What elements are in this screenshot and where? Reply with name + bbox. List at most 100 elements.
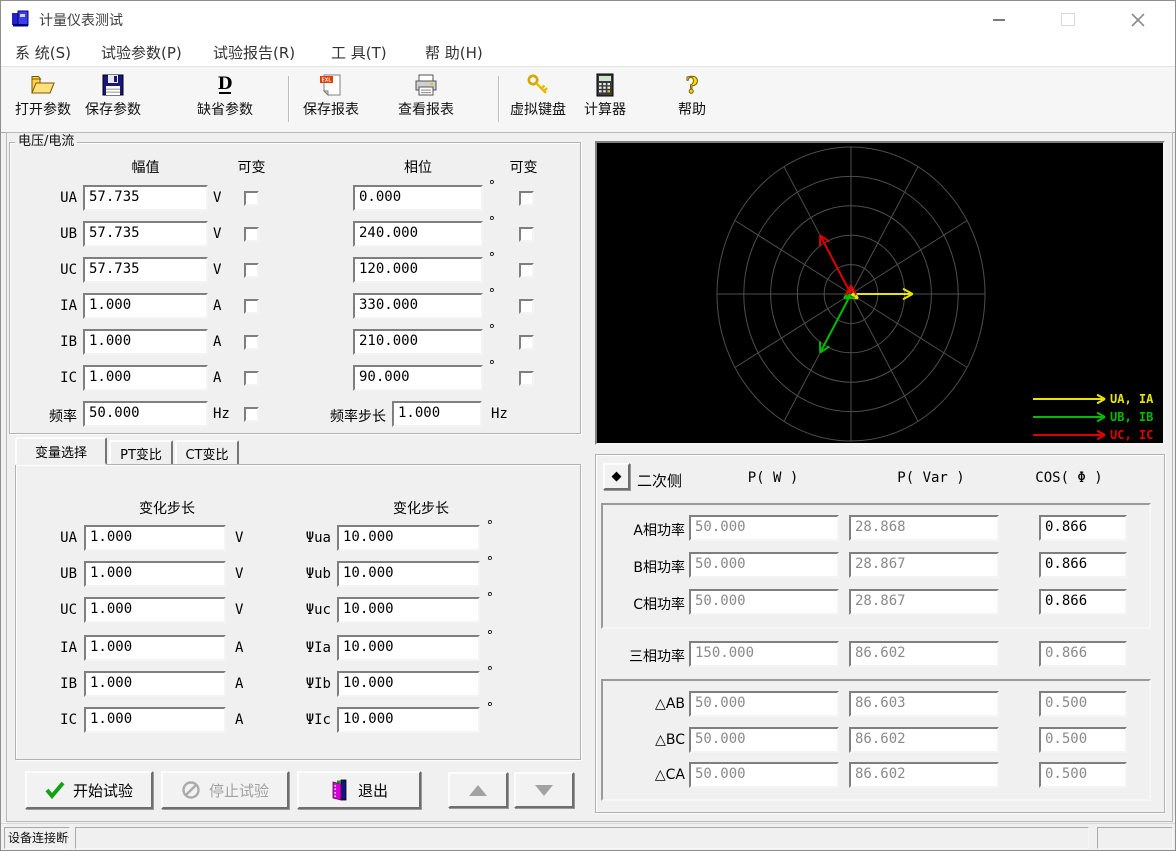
frequency-unit: Hz (213, 406, 230, 422)
scroll-down-button[interactable] (514, 772, 574, 808)
frequency-input[interactable]: 50.000 (83, 401, 208, 427)
ic-label: IC (41, 370, 77, 386)
ua-label: UA (41, 190, 77, 206)
save-floppy-icon (100, 72, 126, 98)
ib-phase-variable-checkbox[interactable] (519, 335, 534, 350)
psi-uc-step-input[interactable]: 10.000 (337, 597, 480, 623)
ib-phase-deg: ° (488, 323, 496, 338)
psi-ic-step-input[interactable]: 10.000 (337, 707, 480, 733)
close-button[interactable] (1115, 1, 1161, 38)
uc-phase-input[interactable]: 120.000 (353, 257, 483, 283)
ub-phase-variable-checkbox[interactable] (519, 227, 534, 242)
ub-label: UB (41, 226, 77, 242)
ia-step-input[interactable]: 1.000 (84, 635, 226, 661)
stop-test-button[interactable]: 停止试验 (161, 771, 289, 809)
ib-amp-variable-checkbox[interactable] (244, 335, 259, 350)
ua-phase-variable-checkbox[interactable] (519, 191, 534, 206)
ub-phase-input[interactable]: 240.000 (353, 221, 483, 247)
step-ib-label: IB (45, 676, 77, 692)
menu-tools[interactable]: 工 具(T) (331, 42, 387, 63)
ic-amp-variable-checkbox[interactable] (244, 371, 259, 386)
exit-door-icon (330, 779, 350, 801)
uc-amplitude-input[interactable]: 57.735 (83, 257, 208, 283)
default-params-button[interactable]: D 缺省参数 (193, 72, 257, 128)
frequency-variable-checkbox[interactable] (244, 407, 259, 422)
psi-ib-label: ΨIb (281, 676, 331, 692)
uc-phase-variable-checkbox[interactable] (519, 263, 534, 278)
window-title: 计量仪表测试 (39, 10, 123, 30)
key-icon (525, 72, 551, 98)
ua-amp-variable-checkbox[interactable] (244, 191, 259, 206)
uc-label: UC (41, 262, 77, 278)
tab-ct-ratio[interactable]: CT变比 (175, 440, 239, 465)
ic-phase-input[interactable]: 90.000 (353, 365, 483, 391)
diamond-icon: ◆ (612, 469, 622, 484)
ib-step-input[interactable]: 1.000 (84, 671, 226, 697)
cos-phi-header: COS( Φ ) (1019, 470, 1119, 486)
ua-amplitude-input[interactable]: 57.735 (83, 185, 208, 211)
secondary-side-button[interactable]: ◆ (603, 463, 630, 490)
toolbar-label: 保存参数 (85, 99, 141, 119)
maximize-button[interactable] (1045, 1, 1091, 38)
ib-label: IB (41, 334, 77, 350)
ua-unit: V (213, 190, 221, 206)
ua-phase-deg: ° (488, 179, 496, 194)
ic-amplitude-input[interactable]: 1.000 (83, 365, 208, 391)
ua-step-input[interactable]: 1.000 (84, 525, 226, 551)
psi-ua-step-input[interactable]: 10.000 (337, 525, 480, 551)
ic-step-input[interactable]: 1.000 (84, 707, 226, 733)
psi-ib-step-input[interactable]: 10.000 (337, 671, 480, 697)
uc-amp-variable-checkbox[interactable] (244, 263, 259, 278)
phase-c-p-field: 50.000 (689, 589, 839, 615)
virtual-keyboard-button[interactable]: 虚拟键盘 (506, 72, 570, 128)
ia-phase-input[interactable]: 330.000 (353, 293, 483, 319)
calculator-button[interactable]: 计算器 (577, 72, 633, 128)
stop-icon (181, 780, 201, 800)
ic-phase-variable-checkbox[interactable] (519, 371, 534, 386)
menu-test-params[interactable]: 试验参数(P) (101, 42, 182, 63)
ua-phase-input[interactable]: 0.000 (353, 185, 483, 211)
ub-step-input[interactable]: 1.000 (84, 561, 226, 587)
start-test-button[interactable]: 开始试验 (25, 771, 153, 809)
psi-ub-label: Ψub (281, 566, 331, 582)
minimize-button[interactable] (976, 1, 1022, 38)
menu-help[interactable]: 帮 助(H) (425, 42, 483, 63)
phase-c-q-field: 28.867 (849, 589, 999, 615)
menu-system[interactable]: 系 统(S) (15, 42, 71, 63)
phase-c-cos-field: 0.866 (1039, 589, 1127, 615)
phase-b-cos-field: 0.866 (1039, 552, 1127, 578)
ia-phase-variable-checkbox[interactable] (519, 299, 534, 314)
ub-amplitude-input[interactable]: 57.735 (83, 221, 208, 247)
ia-amplitude-input[interactable]: 1.000 (83, 293, 208, 319)
frequency-step-input[interactable]: 1.000 (392, 401, 482, 427)
menu-bar: 系 统(S) 试验参数(P) 试验报告(R) 工 具(T) 帮 助(H) (1, 38, 1175, 67)
status-message-cell (75, 827, 1089, 849)
tab-pt-ratio[interactable]: PT变比 (109, 440, 173, 465)
ia-amp-variable-checkbox[interactable] (244, 299, 259, 314)
ub-amp-variable-checkbox[interactable] (244, 227, 259, 242)
save-report-button[interactable]: EXL 保存报表 (299, 72, 363, 128)
save-params-button[interactable]: 保存参数 (81, 72, 145, 128)
exit-label: 退出 (358, 780, 388, 801)
help-button[interactable]: ? 帮助 (660, 72, 724, 128)
phasor-canvas: UA, IAUB, IBUC, IC (597, 143, 1163, 443)
menu-test-report[interactable]: 试验报告(R) (213, 42, 295, 63)
exit-button[interactable]: 退出 (297, 771, 421, 809)
ib-amplitude-input[interactable]: 1.000 (83, 329, 208, 355)
scroll-up-button[interactable] (448, 772, 508, 808)
tab-variable-select[interactable]: 变量选择 (15, 437, 107, 465)
psi-ub-step-input[interactable]: 10.000 (337, 561, 480, 587)
frequency-step-unit: Hz (491, 406, 508, 422)
view-report-button[interactable]: 查看报表 (394, 72, 458, 128)
check-icon (45, 781, 65, 799)
toolbar: 打开参数 保存参数 D 缺省参数 (1, 67, 1175, 133)
toolbar-label: 缺省参数 (197, 99, 253, 119)
uc-phase-deg: ° (488, 251, 496, 266)
open-params-button[interactable]: 打开参数 (11, 72, 75, 128)
uc-step-input[interactable]: 1.000 (84, 597, 226, 623)
svg-text:?: ? (686, 73, 699, 98)
step-ua-label: UA (45, 530, 77, 546)
ib-phase-input[interactable]: 210.000 (353, 329, 483, 355)
voltage-current-title: 电压/电流 (15, 134, 77, 149)
psi-ia-step-input[interactable]: 10.000 (337, 635, 480, 661)
